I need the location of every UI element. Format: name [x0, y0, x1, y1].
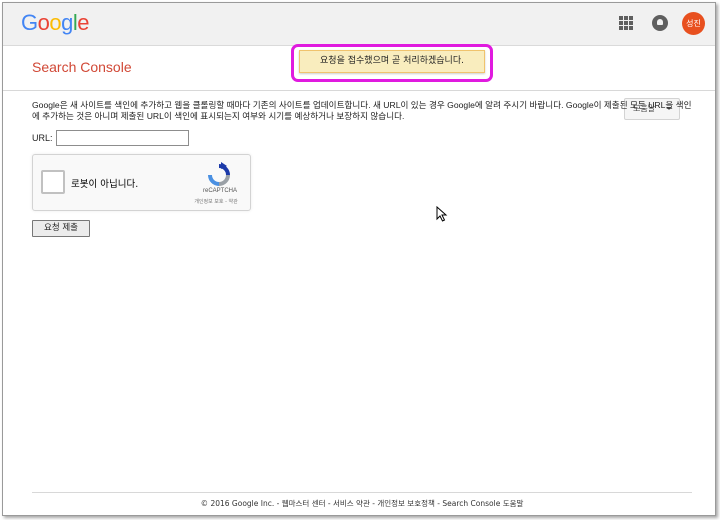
- logo-letter-g: G: [21, 10, 38, 35]
- status-toast: 요청을 접수했으며 곧 처리하겠습니다.: [299, 50, 485, 73]
- logo-letter-o1: o: [37, 10, 50, 35]
- url-label: URL:: [32, 133, 53, 143]
- recaptcha-logo-icon: [208, 162, 230, 186]
- logo-letter-g2: g: [61, 10, 73, 35]
- recaptcha-label: 로봇이 아닙니다.: [71, 179, 139, 190]
- recaptcha-brand: reCAPTCHA: [202, 188, 237, 194]
- product-title[interactable]: Search Console: [32, 59, 132, 75]
- recaptcha-checkbox[interactable]: [41, 170, 65, 194]
- submit-request-button[interactable]: 요청 제출: [32, 220, 90, 237]
- url-input[interactable]: [56, 130, 189, 146]
- logo-letter-o2: o: [49, 10, 62, 35]
- bell-icon[interactable]: [652, 15, 668, 31]
- logo-letter-e: e: [77, 10, 90, 35]
- footer: © 2016 Google Inc. - 웹마스터 센터 - 서비스 약관 - …: [32, 492, 692, 515]
- apps-grid-icon[interactable]: [619, 16, 633, 30]
- browser-window: Google 성진 Search Console 도움말 요청을 접수했으며 곧…: [2, 2, 716, 516]
- recaptcha-widget: 로봇이 아닙니다. reCAPTCHA 개인정보 보호 - 약관: [32, 154, 251, 211]
- mouse-cursor-icon: [436, 206, 448, 222]
- top-bar: Google 성진: [3, 3, 715, 46]
- google-logo[interactable]: Google: [21, 10, 90, 36]
- recaptcha-links[interactable]: 개인정보 보호 - 약관: [185, 198, 247, 205]
- avatar[interactable]: 성진: [682, 12, 705, 35]
- page-description: Google은 새 사이트를 색인에 추가하고 웹을 클롤링할 때마다 기존의 …: [32, 100, 692, 121]
